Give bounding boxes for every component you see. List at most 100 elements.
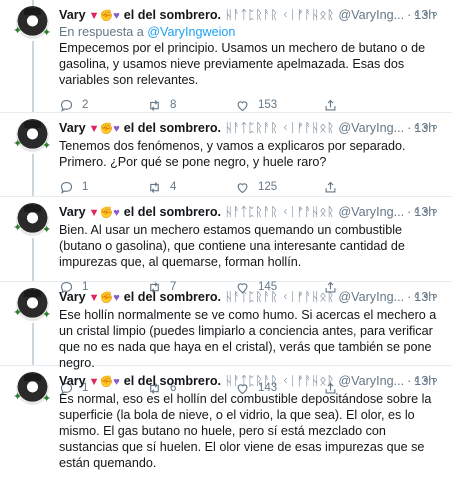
reply-button[interactable]: 1: [59, 180, 147, 195]
tweet-header: Vary ▼✊♥ el del sombrero. ᚺᚨᛏᛈᚱᚨᚱ ᚲᛁᚠᚨᚺᛟ…: [59, 203, 440, 221]
like-icon: [237, 100, 248, 111]
user-handle[interactable]: @VaryIng...: [338, 290, 404, 304]
share-button[interactable]: [323, 180, 346, 195]
like-icon: [237, 182, 248, 193]
tweet-text: Bien. Al usar un mechero estamos quemand…: [59, 223, 405, 269]
more-icon[interactable]: ∘∘∘: [413, 119, 440, 135]
reply-context: En respuesta a @VaryIngweion: [59, 25, 440, 39]
avatar[interactable]: ✦ ✦: [13, 119, 52, 152]
separator-dot: ·: [407, 121, 412, 135]
retweet-button[interactable]: 4: [147, 180, 235, 195]
hat-shape: [24, 8, 41, 15]
like-button[interactable]: 153: [235, 98, 323, 113]
tweet-text: Ese hollín normalmente se ve como humo. …: [59, 308, 437, 370]
separator-dot: ·: [407, 8, 412, 22]
display-name[interactable]: Vary: [59, 374, 86, 388]
tweet-actions: 1 4 125: [59, 179, 440, 195]
share-icon: [325, 99, 336, 110]
share-button[interactable]: [323, 98, 346, 113]
tweet[interactable]: ✦ ✦ Vary ▼✊♥ el del sombrero. ᚺᚨᛏᛈᚱᚨᚱ ᚲᛁ…: [0, 366, 452, 488]
tweet-header: Vary ▼✊♥ el del sombrero. ᚺᚨᛏᛈᚱᚨᚱ ᚲᛁᚠᚨᚺᛟ…: [59, 119, 440, 137]
tweet-text: Empecemos por el principio. Usamos un me…: [59, 41, 426, 87]
tweet-content: Vary ▼✊♥ el del sombrero. ᚺᚨᛏᛈᚱᚨᚱ ᚲᛁᚠᚨᚺᛟ…: [59, 6, 440, 113]
retweet-icon: [150, 181, 159, 193]
leaf-icon: ✦: [42, 309, 52, 321]
more-icon[interactable]: ∘∘∘: [413, 372, 440, 388]
emoji-group: ▼✊♥: [88, 122, 120, 135]
tweet-actions: 2 8 153: [59, 97, 440, 113]
display-name-suffix[interactable]: el del sombrero.: [124, 8, 221, 22]
display-name[interactable]: Vary: [59, 290, 86, 304]
separator-dot: ·: [407, 290, 412, 304]
tweet-thread: ✦ ✦ Vary ▼✊♥ el del sombrero. ᚺᚨᛏᛈᚱᚨᚱ ᚲᛁ…: [0, 0, 452, 488]
avatar[interactable]: ✦ ✦: [13, 288, 52, 321]
runes-text: ᚺᚨᛏᛈᚱᚨᚱ ᚲᛁᚠᚨᚺᛟᚱ: [225, 8, 335, 22]
user-handle[interactable]: @VaryIng...: [338, 121, 404, 135]
tweet-content: Vary ▼✊♥ el del sombrero. ᚺᚨᛏᛈᚱᚨᚱ ᚲᛁᚠᚨᚺᛟ…: [59, 372, 440, 471]
emoji-group: ▼✊♥: [88, 9, 120, 22]
retweet-count: 4: [170, 181, 177, 193]
tweet[interactable]: ✦ ✦ Vary ▼✊♥ el del sombrero. ᚺᚨᛏᛈᚱᚨᚱ ᚲᛁ…: [0, 282, 452, 395]
avatar[interactable]: ✦ ✦: [13, 6, 52, 39]
hat-shape: [24, 374, 41, 381]
leaf-icon: ✦: [13, 307, 23, 319]
runes-text: ᚺᚨᛏᛈᚱᚨᚱ ᚲᛁᚠᚨᚺᛟᚱ: [225, 374, 335, 388]
share-icon: [325, 181, 336, 192]
reply-handle-link[interactable]: @VaryIngweion: [147, 25, 235, 39]
display-name[interactable]: Vary: [59, 205, 86, 219]
retweet-count: 8: [170, 99, 177, 111]
leaf-icon: ✦: [42, 393, 52, 405]
emoji-group: ▼✊♥: [88, 375, 120, 388]
hat-shape: [24, 205, 41, 212]
reply-icon: [60, 181, 73, 194]
reply-count: 1: [82, 181, 89, 193]
display-name-suffix[interactable]: el del sombrero.: [124, 374, 221, 388]
tweet[interactable]: ✦ ✦ Vary ▼✊♥ el del sombrero. ᚺᚨᛏᛈᚱᚨᚱ ᚲᛁ…: [0, 197, 452, 294]
user-handle[interactable]: @VaryIng...: [338, 8, 404, 22]
like-count: 153: [258, 99, 278, 111]
leaf-icon: ✦: [42, 140, 52, 152]
tweet-content: Vary ▼✊♥ el del sombrero. ᚺᚨᛏᛈᚱᚨᚱ ᚲᛁᚠᚨᚺᛟ…: [59, 119, 440, 195]
more-icon[interactable]: ∘∘∘: [413, 288, 440, 304]
tweet-header: Vary ▼✊♥ el del sombrero. ᚺᚨᛏᛈᚱᚨᚱ ᚲᛁᚠᚨᚺᛟ…: [59, 6, 440, 24]
leaf-icon: ✦: [13, 138, 23, 150]
tweet-text: Es normal, eso es el hollín del combusti…: [59, 392, 432, 470]
leaf-icon: ✦: [13, 25, 23, 37]
runes-text: ᚺᚨᛏᛈᚱᚨᚱ ᚲᛁᚠᚨᚺᛟᚱ: [225, 121, 335, 135]
display-name-suffix[interactable]: el del sombrero.: [124, 121, 221, 135]
retweet-button[interactable]: 8: [147, 98, 235, 113]
emoji-group: ▼✊♥: [88, 291, 120, 304]
display-name-suffix[interactable]: el del sombrero.: [124, 290, 221, 304]
user-handle[interactable]: @VaryIng...: [338, 205, 404, 219]
runes-text: ᚺᚨᛏᛈᚱᚨᚱ ᚲᛁᚠᚨᚺᛟᚱ: [225, 205, 335, 219]
retweet-icon: [150, 99, 159, 111]
reply-prefix: En respuesta a: [59, 25, 144, 39]
like-count: 125: [258, 181, 278, 193]
leaf-icon: ✦: [13, 391, 23, 403]
reply-button[interactable]: 2: [59, 98, 147, 113]
separator-dot: ·: [407, 205, 412, 219]
avatar[interactable]: ✦ ✦: [13, 372, 52, 405]
avatar[interactable]: ✦ ✦: [13, 203, 52, 236]
display-name[interactable]: Vary: [59, 8, 86, 22]
like-button[interactable]: 125: [235, 180, 323, 195]
leaf-icon: ✦: [42, 224, 52, 236]
more-icon[interactable]: ∘∘∘: [413, 6, 440, 22]
emoji-group: ▼✊♥: [88, 206, 120, 219]
user-handle[interactable]: @VaryIng...: [338, 374, 404, 388]
leaf-icon: ✦: [13, 222, 23, 234]
tweet[interactable]: ✦ ✦ Vary ▼✊♥ el del sombrero. ᚺᚨᛏᛈᚱᚨᚱ ᚲᛁ…: [0, 0, 452, 113]
separator-dot: ·: [407, 374, 412, 388]
runes-text: ᚺᚨᛏᛈᚱᚨᚱ ᚲᛁᚠᚨᚺᛟᚱ: [225, 290, 335, 304]
tweet-header: Vary ▼✊♥ el del sombrero. ᚺᚨᛏᛈᚱᚨᚱ ᚲᛁᚠᚨᚺᛟ…: [59, 288, 440, 306]
leaf-icon: ✦: [42, 27, 52, 39]
display-name-suffix[interactable]: el del sombrero.: [124, 205, 221, 219]
hat-shape: [24, 290, 41, 297]
display-name[interactable]: Vary: [59, 121, 86, 135]
hat-shape: [24, 121, 41, 128]
tweet-text: Tenemos dos fenómenos, y vamos a explica…: [59, 139, 406, 169]
reply-icon: [60, 99, 73, 112]
reply-count: 2: [82, 99, 89, 111]
more-icon[interactable]: ∘∘∘: [413, 203, 440, 219]
tweet[interactable]: ✦ ✦ Vary ▼✊♥ el del sombrero. ᚺᚨᛏᛈᚱᚨᚱ ᚲᛁ…: [0, 113, 452, 197]
